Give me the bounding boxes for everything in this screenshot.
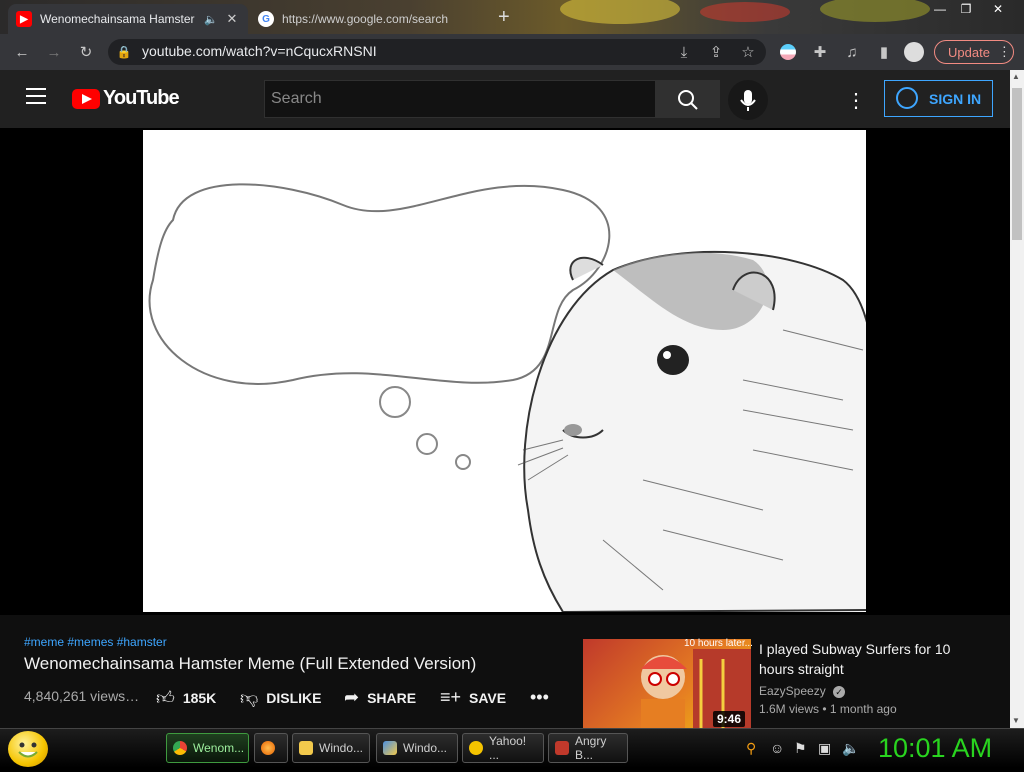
like-button[interactable]: 👍︎ 185K — [156, 687, 216, 709]
taskbar-label: Angry B... — [575, 734, 607, 762]
dislike-label: DISLIKE — [266, 690, 322, 706]
taskbar-item-chrome[interactable]: Wenom... — [166, 733, 249, 763]
more-dots-icon: ••• — [530, 687, 549, 707]
hamster-thinking-illustration — [148, 183, 866, 612]
channel-name: EazySpeezy — [759, 684, 826, 698]
scrollbar-thumb[interactable] — [1012, 88, 1022, 240]
update-label: Update — [948, 44, 990, 60]
folder-icon — [299, 741, 313, 755]
taskbar-item-explorer[interactable]: Windo... — [292, 733, 370, 763]
thumbs-down-icon: 👎︎ — [240, 688, 259, 708]
thumbs-up-icon: 👍︎ — [156, 688, 175, 708]
back-icon[interactable]: ← — [12, 42, 32, 62]
more-actions-button[interactable]: ••• — [530, 687, 549, 708]
dislike-button[interactable]: 👎︎ DISLIKE — [240, 687, 322, 709]
wallpaper-paint — [560, 0, 680, 24]
recommendation-title[interactable]: I played Subway Surfers for 10 hours str… — [759, 639, 979, 679]
microphone-icon — [740, 90, 756, 111]
scroll-up-icon[interactable]: ▲ — [1012, 72, 1020, 81]
forward-icon[interactable]: → — [44, 42, 64, 62]
chrome-icon — [173, 741, 187, 755]
tab-title: https://www.google.com/search — [282, 12, 449, 26]
install-icon[interactable]: ⤓ — [674, 42, 694, 62]
angry-birds-icon — [555, 741, 569, 755]
volume-tray-icon[interactable]: 🔈 — [842, 740, 859, 757]
youtube-logo-text[interactable]: YouTube — [103, 87, 180, 110]
view-count[interactable]: 4,840,261 views… — [24, 688, 139, 704]
url-text[interactable]: youtube.com/watch?v=nCqucxRNSNI — [142, 43, 377, 59]
taskbar-label: Windo... — [319, 741, 364, 755]
extension-flag-icon[interactable] — [778, 42, 798, 62]
taskbar-item-yahoo[interactable]: Yahoo! ... — [462, 733, 544, 763]
close-tab-icon[interactable]: ✕ — [224, 11, 240, 27]
meta-separator: • — [822, 702, 830, 716]
scroll-down-icon[interactable]: ▼ — [1012, 716, 1020, 725]
bookmark-star-icon[interactable]: ☆ — [738, 42, 758, 62]
search-button[interactable] — [656, 80, 720, 118]
minimize-icon[interactable]: — — [928, 2, 952, 16]
restore-icon[interactable]: ❐ — [954, 2, 978, 16]
verified-check-icon: ✓ — [833, 686, 846, 698]
taskbar-label: Yahoo! ... — [489, 734, 527, 762]
network-tray-icon[interactable]: ▣ — [818, 740, 831, 757]
hamburger-menu-icon[interactable] — [26, 88, 46, 104]
wallpaper-paint — [820, 0, 930, 22]
paint-icon — [383, 741, 397, 755]
sign-in-label: SIGN IN — [929, 90, 982, 107]
rec-views: 1.6M views — [759, 702, 820, 716]
play-triangle-icon — [82, 94, 92, 104]
taskbar-item-firefox[interactable] — [254, 733, 288, 763]
profile-icon[interactable] — [904, 42, 924, 62]
video-frame[interactable] — [143, 130, 866, 612]
share-button[interactable]: ➦ SHARE — [344, 687, 416, 708]
update-button[interactable]: Update ⋮ — [934, 40, 1014, 64]
account-icon — [896, 87, 918, 109]
messenger-tray-icon[interactable]: ☺ — [770, 740, 784, 756]
search-icon — [678, 90, 698, 110]
share-label: SHARE — [367, 689, 417, 706]
recommendation-channel[interactable]: EazySpeezy ✓ — [759, 684, 846, 698]
lock-icon[interactable]: 🔒 — [114, 42, 134, 62]
search-tray-icon[interactable]: ⚲ — [746, 740, 756, 757]
extensions-puzzle-icon[interactable]: ✚ — [810, 42, 830, 62]
search-input[interactable]: Search — [264, 80, 656, 118]
taskbar-item-angry-birds[interactable]: Angry B... — [548, 733, 628, 763]
taskbar-item-paint[interactable]: Windo... — [376, 733, 458, 763]
close-window-icon[interactable]: ✕ — [986, 2, 1010, 16]
new-tab-icon[interactable]: + — [498, 6, 510, 29]
voice-search-button[interactable] — [728, 80, 768, 120]
firefox-icon — [261, 741, 275, 755]
tab-google[interactable]: G https://www.google.com/search — [250, 4, 462, 34]
youtube-favicon-icon: ▶ — [16, 11, 32, 27]
search-placeholder: Search — [271, 90, 322, 107]
speaker-icon[interactable]: 🔈 — [204, 13, 218, 26]
video-duration: 9:46 — [713, 711, 746, 727]
yahoo-icon — [469, 741, 483, 755]
rec-age: 1 month ago — [829, 702, 897, 716]
start-smiley-icon[interactable] — [8, 731, 48, 767]
video-title: Wenomechainsama Hamster Meme (Full Exten… — [24, 654, 477, 673]
taskbar-clock[interactable]: 10:01 AM — [878, 733, 992, 764]
like-count: 185K — [182, 690, 217, 706]
share-arrow-icon: ➦ — [344, 687, 360, 707]
taskbar-label: Windo... — [403, 741, 448, 755]
video-hashtags[interactable]: #meme #memes #hamster — [24, 635, 167, 649]
recommendation-meta: 1.6M views • 1 month ago — [759, 702, 897, 716]
tab-title: Wenomechainsama Hamster — [40, 12, 195, 26]
add-playlist-icon: ≡+ — [440, 687, 462, 707]
share-icon[interactable]: ⇪ — [706, 42, 726, 62]
save-label: SAVE — [469, 689, 507, 706]
menu-dots-icon: ⋮ — [997, 44, 1011, 59]
flag-tray-icon[interactable]: ⚑ — [794, 740, 807, 757]
wallpaper-paint — [700, 2, 790, 22]
save-button[interactable]: ≡+ SAVE — [440, 687, 506, 708]
google-favicon-icon: G — [258, 11, 274, 27]
settings-dots-icon[interactable]: ⋮ — [846, 88, 866, 113]
media-control-icon[interactable]: ♫ — [842, 42, 862, 62]
taskbar-label: Wenom... — [193, 741, 245, 755]
tab-youtube[interactable]: ▶ Wenomechainsama Hamster 🔈 ✕ — [8, 4, 248, 34]
side-panel-icon[interactable]: ▮ — [874, 42, 894, 62]
reload-icon[interactable]: ↻ — [76, 42, 96, 62]
thumbnail-caption: 10 hours later... — [684, 638, 753, 649]
